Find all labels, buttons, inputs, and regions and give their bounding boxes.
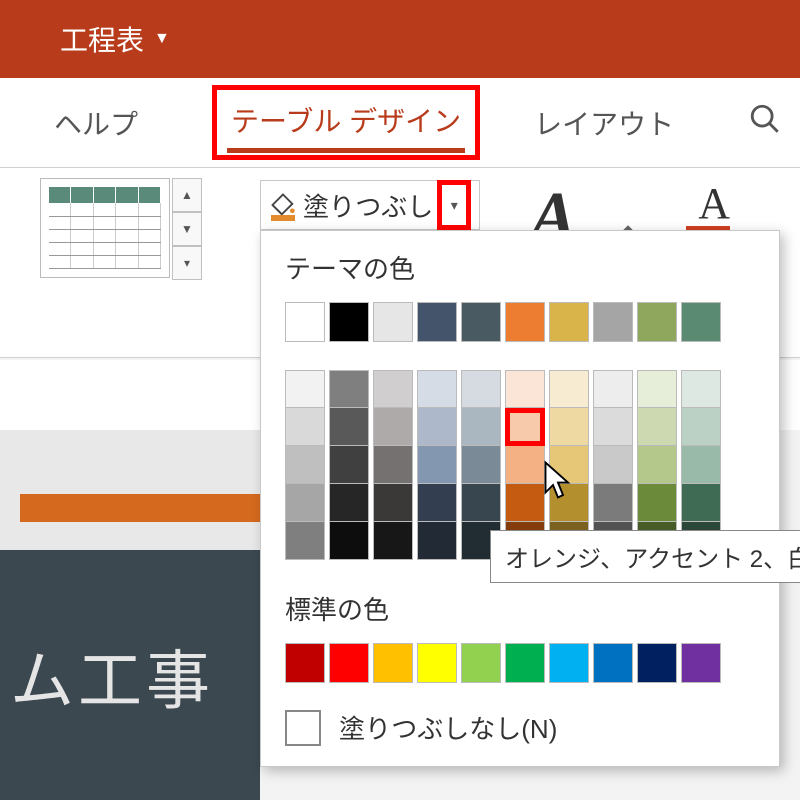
- color-swatch[interactable]: [505, 484, 545, 522]
- color-swatch[interactable]: [285, 302, 325, 342]
- no-fill-label: 塗りつぶしなし(N): [339, 709, 557, 746]
- color-swatch[interactable]: [285, 522, 325, 560]
- color-swatch[interactable]: [285, 408, 325, 446]
- color-swatch[interactable]: [593, 484, 633, 522]
- gallery-down-button[interactable]: ▼: [172, 212, 202, 246]
- color-swatch[interactable]: [505, 446, 545, 484]
- theme-colors-label: テーマの色: [285, 249, 759, 286]
- color-swatch[interactable]: [417, 484, 457, 522]
- color-swatch[interactable]: [461, 484, 501, 522]
- color-swatch[interactable]: [505, 302, 545, 342]
- table-styles-gallery[interactable]: ▲ ▼ ▾: [0, 168, 202, 357]
- color-swatch[interactable]: [461, 370, 501, 408]
- title-dropdown-icon[interactable]: ▼: [154, 30, 170, 48]
- gallery-up-button[interactable]: ▲: [172, 178, 202, 212]
- fill-button[interactable]: 塗りつぶし ▾: [260, 180, 480, 230]
- color-swatch[interactable]: [329, 643, 369, 683]
- color-swatch[interactable]: [329, 446, 369, 484]
- color-swatch[interactable]: [593, 643, 633, 683]
- standard-colors-label: 標準の色: [285, 590, 759, 627]
- color-swatch[interactable]: [637, 302, 677, 342]
- color-swatch[interactable]: [417, 522, 457, 560]
- color-swatch[interactable]: [417, 446, 457, 484]
- gallery-spinner: ▲ ▼ ▾: [172, 178, 202, 280]
- color-swatch[interactable]: [593, 408, 633, 446]
- fill-dropdown-button[interactable]: ▾: [437, 180, 471, 230]
- color-swatch[interactable]: [505, 408, 545, 446]
- color-swatch[interactable]: [637, 643, 677, 683]
- color-swatch[interactable]: [681, 408, 721, 446]
- color-swatch[interactable]: [373, 408, 413, 446]
- text-fill-button[interactable]: A: [698, 178, 730, 229]
- color-swatch[interactable]: [461, 446, 501, 484]
- color-swatch[interactable]: [637, 446, 677, 484]
- color-swatch[interactable]: [681, 446, 721, 484]
- color-swatch[interactable]: [329, 302, 369, 342]
- slide-accent-bar: [20, 494, 260, 522]
- color-swatch[interactable]: [285, 370, 325, 408]
- tab-help[interactable]: ヘルプ: [50, 95, 142, 151]
- color-tooltip: オレンジ、アクセント 2、白: [490, 530, 800, 583]
- color-swatch[interactable]: [417, 370, 457, 408]
- color-swatch[interactable]: [373, 522, 413, 560]
- color-swatch[interactable]: [593, 370, 633, 408]
- tab-table-design[interactable]: テーブル デザイン: [227, 92, 465, 153]
- highlight-table-design-tab: テーブル デザイン: [212, 85, 480, 160]
- color-swatch[interactable]: [681, 370, 721, 408]
- color-swatch[interactable]: [637, 408, 677, 446]
- fill-label: 塗りつぶし: [303, 187, 433, 224]
- color-swatch[interactable]: [373, 643, 413, 683]
- no-fill-option[interactable]: 塗りつぶしなし(N): [285, 709, 759, 746]
- standard-colors-row: [285, 643, 759, 683]
- color-swatch[interactable]: [417, 643, 457, 683]
- color-swatch[interactable]: [681, 484, 721, 522]
- color-swatch[interactable]: [681, 302, 721, 342]
- no-fill-icon: [285, 710, 321, 746]
- color-swatch[interactable]: [593, 302, 633, 342]
- color-swatch[interactable]: [637, 484, 677, 522]
- mouse-cursor-icon: [543, 460, 573, 500]
- color-swatch[interactable]: [329, 370, 369, 408]
- gallery-more-button[interactable]: ▾: [172, 246, 202, 280]
- color-swatch[interactable]: [505, 643, 545, 683]
- color-swatch[interactable]: [549, 408, 589, 446]
- color-swatch[interactable]: [417, 302, 457, 342]
- color-swatch[interactable]: [549, 643, 589, 683]
- color-swatch[interactable]: [417, 408, 457, 446]
- color-swatch[interactable]: [549, 302, 589, 342]
- color-swatch[interactable]: [285, 643, 325, 683]
- search-icon[interactable]: [748, 102, 782, 144]
- color-swatch[interactable]: [505, 370, 545, 408]
- slide-text: ム工事: [10, 630, 214, 722]
- fill-color-picker: テーマの色 標準の色 塗りつぶしなし(N): [260, 230, 780, 767]
- color-swatch[interactable]: [285, 446, 325, 484]
- slide-dark-panel: ム工事: [0, 550, 260, 800]
- color-swatch[interactable]: [373, 302, 413, 342]
- color-swatch[interactable]: [329, 522, 369, 560]
- color-swatch[interactable]: [637, 370, 677, 408]
- paint-bucket-icon: [269, 191, 297, 219]
- color-swatch[interactable]: [681, 643, 721, 683]
- ribbon-tab-row: ヘルプ テーブル デザイン レイアウト: [0, 78, 800, 168]
- document-title: 工程表: [60, 19, 144, 59]
- tab-layout[interactable]: レイアウト: [530, 95, 678, 151]
- color-swatch[interactable]: [461, 408, 501, 446]
- color-swatch[interactable]: [593, 446, 633, 484]
- title-bar: 工程表 ▼: [0, 0, 800, 78]
- color-swatch[interactable]: [373, 446, 413, 484]
- color-swatch[interactable]: [461, 302, 501, 342]
- color-swatch[interactable]: [373, 370, 413, 408]
- color-swatch[interactable]: [373, 484, 413, 522]
- table-style-thumbnail[interactable]: [40, 178, 170, 278]
- color-swatch[interactable]: [549, 370, 589, 408]
- slide-canvas[interactable]: ム工事: [0, 430, 260, 800]
- color-swatch[interactable]: [329, 484, 369, 522]
- color-swatch[interactable]: [461, 643, 501, 683]
- color-swatch[interactable]: [285, 484, 325, 522]
- theme-colors-row: [285, 302, 759, 342]
- color-swatch[interactable]: [329, 408, 369, 446]
